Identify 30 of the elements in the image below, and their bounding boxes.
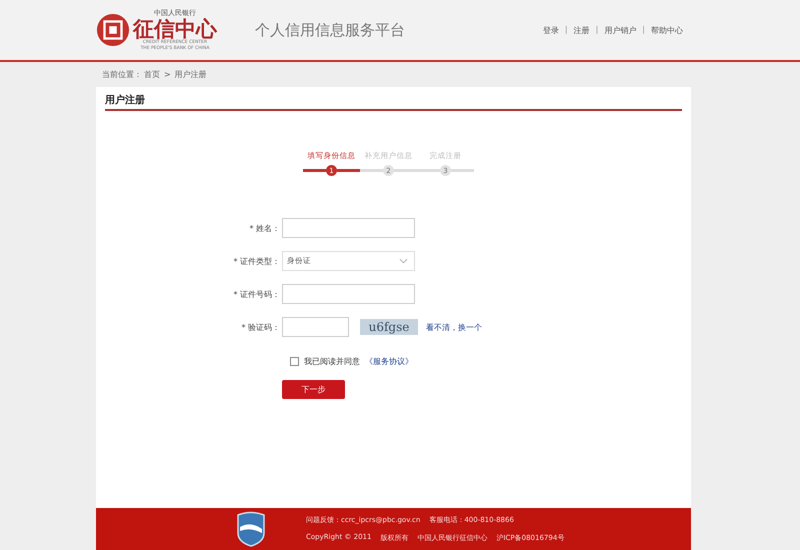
nav-link[interactable]: 登录 (542, 24, 559, 36)
agreement-text: 我已阅读并同意 (304, 356, 360, 367)
field-label: * 证件类型： (232, 256, 280, 266)
input-field[interactable] (282, 284, 415, 304)
field-label: * 姓名： (248, 222, 280, 234)
field-label: * 验证码： (240, 322, 280, 332)
field-label: * 证件号码： (232, 288, 280, 300)
nav-link[interactable]: 帮助中心 (651, 24, 683, 36)
input-field[interactable] (282, 317, 349, 337)
nav-separator: | (596, 24, 598, 36)
breadcrumb-link[interactable]: 首页 (144, 69, 160, 80)
agreement-checkbox[interactable] (290, 357, 299, 366)
refresh-link[interactable]: 看不清，换一个 (426, 322, 482, 332)
caret-icon (399, 258, 408, 264)
panel-title: 用户注册 (105, 93, 682, 111)
captcha-image: u6fgse (360, 319, 418, 335)
shield-icon (236, 511, 266, 547)
logo-name: 征信中心 (133, 18, 217, 40)
breadcrumb-separator: > (164, 70, 171, 79)
nav-separator: | (642, 24, 645, 36)
agreement-link[interactable]: 《服务协议》 (365, 356, 413, 367)
nav-separator: | (564, 24, 568, 36)
emblem-icon (96, 13, 130, 47)
nav-link[interactable]: 注册 (574, 24, 590, 36)
breadcrumb-link[interactable]: 用户注册 (174, 69, 207, 80)
nav-link[interactable]: 用户销户 (604, 24, 636, 36)
input-field[interactable] (282, 218, 415, 238)
breadcrumb-label: 当前位置： (102, 69, 142, 80)
platform-title: 个人信用信息服务平台 (255, 20, 405, 40)
next-button[interactable]: 下一步 (282, 380, 345, 399)
